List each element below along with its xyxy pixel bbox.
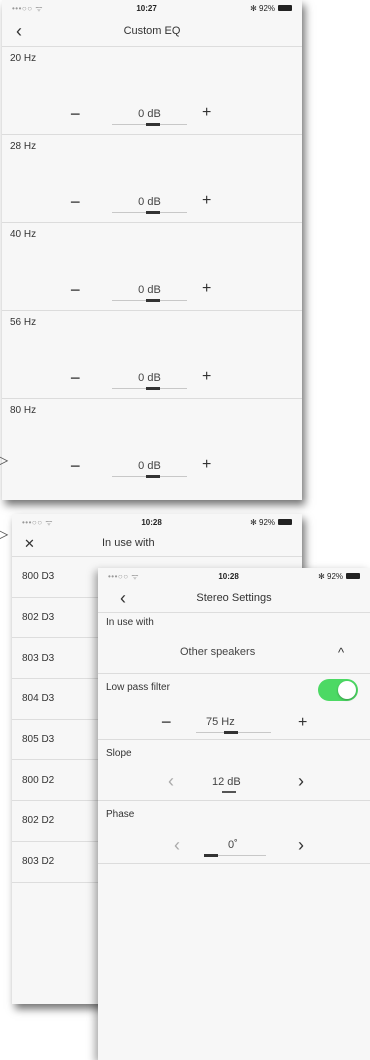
page-title: In use with xyxy=(102,537,155,549)
battery-text: ✻ 92% xyxy=(250,3,275,13)
band-value: 0 dB xyxy=(138,108,161,120)
band-stepper: − 0 dB + xyxy=(2,456,302,480)
connector-arrow-icon: ▷ xyxy=(0,452,9,469)
page-title: Custom EQ xyxy=(123,25,181,37)
slider-thumb[interactable] xyxy=(146,123,160,126)
band-stepper: − 0 dB + xyxy=(2,368,302,392)
battery-indicator: ✻ 92% xyxy=(250,518,292,527)
status-bar: •••○○ ᯤ 10:27 ✻ 92% xyxy=(2,0,302,16)
slider-thumb[interactable] xyxy=(146,387,160,390)
plus-button[interactable]: + xyxy=(202,280,211,298)
slider-thumb[interactable] xyxy=(222,791,236,793)
eq-band-row: 40 Hz − 0 dB + xyxy=(2,223,302,311)
phase-value: 0˚ xyxy=(228,839,238,851)
battery-icon xyxy=(278,519,292,525)
band-label: 80 Hz xyxy=(10,405,37,416)
in-use-with-label: In use with xyxy=(106,617,154,628)
band-label: 56 Hz xyxy=(10,317,37,328)
nav-bar: ‹ Custom EQ xyxy=(2,16,302,47)
battery-icon xyxy=(278,5,292,11)
eq-band-row: 28 Hz − 0 dB + xyxy=(2,135,302,223)
band-label: 20 Hz xyxy=(10,53,37,64)
status-bar: •••○○ ᯤ 10:28 ✻ 92% xyxy=(12,514,302,530)
phase-label: Phase xyxy=(106,809,135,820)
battery-text: ✻ 92% xyxy=(318,571,343,581)
band-stepper: − 0 dB + xyxy=(2,192,302,216)
phase-next-button[interactable]: › xyxy=(298,835,304,856)
band-stepper: − 0 dB + xyxy=(2,280,302,304)
band-stepper: − 0 dB + xyxy=(2,104,302,128)
slider-thumb[interactable] xyxy=(146,211,160,214)
band-value: 0 dB xyxy=(138,284,161,296)
low-pass-filter-label: Low pass filter xyxy=(106,682,170,693)
slope-next-button[interactable]: › xyxy=(298,771,304,792)
plus-button[interactable]: + xyxy=(202,192,211,210)
signal-indicator: •••○○ ᯤ xyxy=(22,517,54,527)
stereo-settings-screen: •••○○ ᯤ 10:28 ✻ 92% ‹ Stereo Settings In… xyxy=(98,568,370,1060)
close-icon[interactable]: ✕ xyxy=(24,537,35,550)
custom-eq-screen: •••○○ ᯤ 10:27 ✻ 92% ‹ Custom EQ 20 Hz − … xyxy=(2,0,302,500)
status-bar: •••○○ ᯤ 10:28 ✻ 92% xyxy=(98,568,370,584)
battery-icon xyxy=(346,573,360,579)
plus-button[interactable]: + xyxy=(298,714,307,732)
signal-indicator: •••○○ ᯤ xyxy=(12,3,44,13)
low-pass-filter-row: Low pass filter − 75 Hz + xyxy=(98,674,370,740)
minus-button[interactable]: − xyxy=(161,712,172,733)
in-use-with-value: Other speakers xyxy=(180,646,256,658)
phase-row: Phase ‹ 0˚ › xyxy=(98,801,370,864)
eq-band-row: 56 Hz − 0 dB + xyxy=(2,311,302,399)
band-label: 40 Hz xyxy=(10,229,37,240)
minus-button[interactable]: − xyxy=(70,192,81,213)
slider-thumb[interactable] xyxy=(204,854,218,857)
plus-button[interactable]: + xyxy=(202,368,211,386)
nav-bar: ✕ In use with xyxy=(12,530,302,557)
plus-button[interactable]: + xyxy=(202,104,211,122)
band-value: 0 dB xyxy=(138,372,161,384)
band-value: 0 dB xyxy=(138,460,161,472)
in-use-with-row[interactable]: In use with Other speakers ^ xyxy=(98,613,370,674)
battery-text: ✻ 92% xyxy=(250,517,275,527)
cutoff-value: 75 Hz xyxy=(206,716,235,728)
page-title: Stereo Settings xyxy=(196,592,272,604)
minus-button[interactable]: − xyxy=(70,104,81,125)
slider-thumb[interactable] xyxy=(146,299,160,302)
signal-indicator: •••○○ ᯤ xyxy=(108,571,140,581)
minus-button[interactable]: − xyxy=(70,368,81,389)
eq-band-row: 20 Hz − 0 dB + xyxy=(2,47,302,135)
slider-thumb[interactable] xyxy=(224,731,238,734)
band-label: 28 Hz xyxy=(10,141,37,152)
band-value: 0 dB xyxy=(138,196,161,208)
slope-row: Slope ‹ 12 dB › xyxy=(98,740,370,801)
nav-bar: ‹ Stereo Settings xyxy=(98,584,370,613)
battery-indicator: ✻ 92% xyxy=(318,572,360,581)
low-pass-toggle[interactable] xyxy=(318,679,358,701)
status-time: 10:28 xyxy=(141,517,162,527)
minus-button[interactable]: − xyxy=(70,280,81,301)
phase-prev-button[interactable]: ‹ xyxy=(174,835,180,856)
slope-value: 12 dB xyxy=(212,776,241,788)
status-time: 10:27 xyxy=(136,3,157,13)
connector-arrow-icon: ▷ xyxy=(0,526,9,543)
eq-band-row: 80 Hz − 0 dB + xyxy=(2,399,302,486)
slope-label: Slope xyxy=(106,748,132,759)
plus-button[interactable]: + xyxy=(202,456,211,474)
status-time: 10:28 xyxy=(218,571,239,581)
chevron-up-icon[interactable]: ^ xyxy=(338,645,344,660)
slope-prev-button[interactable]: ‹ xyxy=(168,771,174,792)
battery-indicator: ✻ 92% xyxy=(250,4,292,13)
minus-button[interactable]: − xyxy=(70,456,81,477)
toggle-knob xyxy=(338,681,356,699)
slider-thumb[interactable] xyxy=(146,475,160,478)
